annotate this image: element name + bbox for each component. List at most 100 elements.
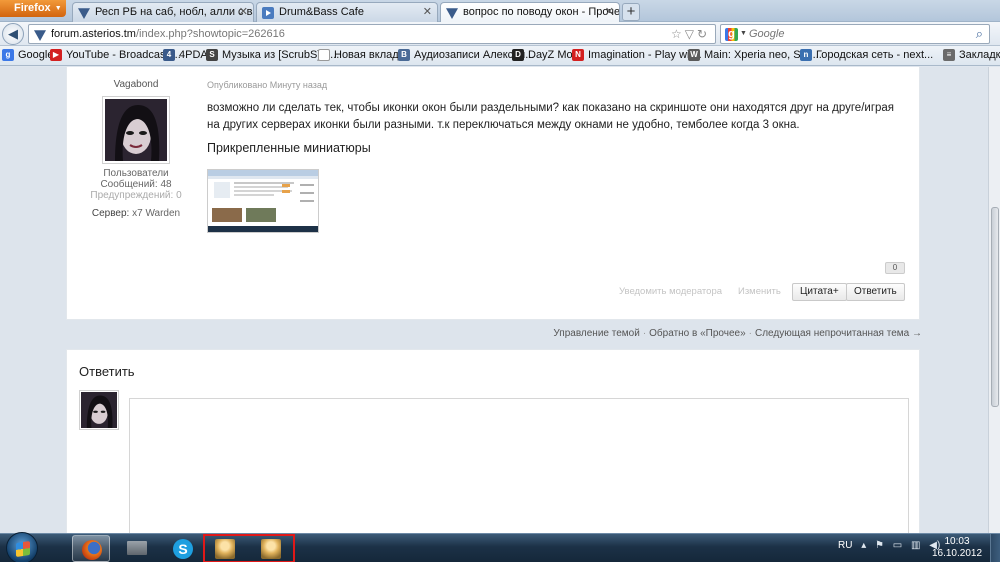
clock-date: 16.10.2012 xyxy=(931,548,983,559)
bookmark-imagination[interactable]: N Imagination - Play wit... xyxy=(572,49,702,61)
avatar-image xyxy=(105,99,167,161)
attachment-thumbnail[interactable] xyxy=(207,169,319,233)
url-text: forum.asterios.tm/index.php?showtopic=26… xyxy=(51,28,285,40)
asterios-favicon-icon xyxy=(446,8,458,19)
red-highlight-box xyxy=(203,534,295,562)
show-hidden-icons-icon[interactable]: ▴ xyxy=(861,540,866,551)
reply-editor[interactable] xyxy=(129,398,909,533)
new-tab-button[interactable]: + xyxy=(622,3,640,21)
tab-title: Drum&Bass Cafe xyxy=(279,6,364,18)
close-icon[interactable]: ✕ xyxy=(239,5,248,18)
bookmarks-menu[interactable]: ≡ Закладки xyxy=(943,49,1000,61)
tab-title: вопрос по поводу окон - Прочее - ... xyxy=(463,6,620,18)
history-dropdown-icon[interactable]: ▽ xyxy=(685,27,697,41)
firefox-menu-button[interactable]: Firefox ▼ xyxy=(0,0,66,17)
bookmark-label: Закладки xyxy=(959,49,1000,61)
site-favicon-icon xyxy=(34,30,46,41)
windows-taskbar: S RU ▴ ⚑ ▭ ▥ ◀) 10:03 16.10.2012 xyxy=(0,532,1000,562)
firefox-menu-label: Firefox xyxy=(14,2,51,14)
screenshot-thumbnail-image xyxy=(208,170,318,232)
author-meta: Пользователи Сообщений: 48 Предупреждени… xyxy=(67,168,205,201)
play-favicon-icon xyxy=(262,7,274,19)
reputation-badge[interactable]: 0 xyxy=(885,262,905,274)
navigation-toolbar: ◀ forum.asterios.tm/index.php?showtopic=… xyxy=(0,22,1000,46)
author-post-count: Сообщений: 48 xyxy=(100,179,172,190)
url-path: /index.php?showtopic=262616 xyxy=(135,28,285,40)
bookmark-star-icon[interactable]: ☆ xyxy=(671,27,685,41)
network-icon[interactable]: ▥ xyxy=(911,540,920,551)
search-icon[interactable]: ⌕ xyxy=(976,26,983,42)
tab-windows-question[interactable]: вопрос по поводу окон - Прочее - ... ✕ xyxy=(440,2,620,23)
windows-logo-icon xyxy=(16,541,30,557)
notify-moderator-link[interactable]: Уведомить модератора xyxy=(619,286,722,297)
tab-title: Респ РБ на саб, нобл, алли с варко... xyxy=(95,6,253,18)
google-engine-icon[interactable]: g xyxy=(725,28,738,41)
quote-button[interactable]: Цитата+ xyxy=(792,283,847,301)
taskbar-ram-app[interactable] xyxy=(118,535,156,562)
avatar[interactable] xyxy=(79,390,119,430)
system-tray: RU ▴ ⚑ ▭ ▥ ◀) xyxy=(838,540,940,551)
topic-navigation: Управление темой · Обратно в «Прочее» · След… xyxy=(553,328,922,339)
bookmarks-icon: ≡ xyxy=(943,49,955,61)
firefox-icon xyxy=(82,540,102,560)
avatar[interactable] xyxy=(102,96,170,164)
edit-link[interactable]: Изменить xyxy=(738,286,781,297)
language-indicator[interactable]: RU xyxy=(838,540,852,551)
next-unread-topic-link[interactable]: Следующая непрочитанная тема → xyxy=(755,328,922,339)
bookmark-dayz[interactable]: D DayZ Mod xyxy=(512,49,579,61)
bookmark-google[interactable]: g Google xyxy=(2,49,53,61)
monitor-icon[interactable]: ▭ xyxy=(893,540,902,551)
close-icon[interactable]: ✕ xyxy=(423,5,432,18)
taskbar-skype[interactable]: S xyxy=(164,535,202,562)
author-server: Сервер: x7 Warden xyxy=(67,208,205,219)
vk-icon: B xyxy=(398,49,410,61)
tab-resp-rb[interactable]: Респ РБ на саб, нобл, алли с варко... ✕ xyxy=(72,2,254,22)
next-icon: n xyxy=(800,49,812,61)
flag-icon[interactable]: ⚑ xyxy=(875,540,884,551)
author-warnings[interactable]: Предупреждений: 0 xyxy=(67,190,205,201)
search-input[interactable] xyxy=(749,27,959,41)
scrollbar-thumb[interactable] xyxy=(991,207,999,407)
bookmark-label: Городская сеть - next... xyxy=(816,49,934,61)
post-body: возможно ли сделать тек, чтобы иконки ок… xyxy=(207,102,895,131)
page-icon xyxy=(318,49,330,61)
bookmarks-toolbar: g Google ▶ YouTube - Broadcast ... 4 4PDA S… xyxy=(0,46,1000,66)
tab-drum-bass-cafe[interactable]: Drum&Bass Cafe ✕ xyxy=(256,2,438,22)
back-to-category-link[interactable]: Обратно в «Прочее» xyxy=(649,328,746,339)
back-button[interactable]: ◀ xyxy=(2,23,24,45)
4pda-icon: 4 xyxy=(163,49,175,61)
skype-icon: S xyxy=(173,539,193,559)
avatar-image xyxy=(81,392,117,428)
close-icon[interactable]: ✕ xyxy=(605,5,614,18)
reload-icon[interactable]: ↻ xyxy=(697,27,710,41)
bookmark-youtube[interactable]: ▶ YouTube - Broadcast ... xyxy=(50,49,181,61)
taskbar-firefox[interactable] xyxy=(72,535,110,562)
post-date: Опубликовано Минуту назад xyxy=(207,80,328,90)
page-scrollbar[interactable] xyxy=(988,67,1000,533)
attachments-title: Прикрепленные миниатюры xyxy=(207,141,371,155)
show-desktop-button[interactable] xyxy=(990,534,1000,562)
post-author: Vagabond xyxy=(67,79,205,90)
clock[interactable]: 10:03 16.10.2012 xyxy=(928,536,986,560)
bookmark-city-network[interactable]: n Городская сеть - next... xyxy=(800,49,933,61)
clock-time: 10:03 xyxy=(944,536,970,547)
search-bar: g ▼ ⌕ xyxy=(720,24,990,44)
google-icon: g xyxy=(2,49,14,61)
bookmark-new-tab[interactable]: Новая вкладка xyxy=(318,49,410,61)
reply-title: Ответить xyxy=(79,364,135,379)
author-group: Пользователи xyxy=(103,168,169,179)
bookmark-4pda[interactable]: 4 4PDA xyxy=(163,49,208,61)
dayz-icon: D xyxy=(512,49,524,61)
forum-post: Vagabond Пользователи Сообщений: 48 Пред… xyxy=(66,67,920,320)
reply-button[interactable]: Ответить xyxy=(846,283,905,301)
chevron-down-icon[interactable]: ▼ xyxy=(740,30,747,37)
forum-page: Vagabond Пользователи Сообщений: 48 Пред… xyxy=(0,67,988,533)
address-bar[interactable]: forum.asterios.tm/index.php?showtopic=26… xyxy=(28,24,716,44)
manage-topic-link[interactable]: Управление темой xyxy=(553,328,639,339)
asterios-favicon-icon xyxy=(78,8,90,19)
youtube-icon: ▶ xyxy=(50,49,62,61)
chevron-down-icon: ▼ xyxy=(54,5,62,12)
start-button[interactable] xyxy=(6,532,38,562)
author-name[interactable]: Vagabond xyxy=(114,79,159,90)
music-icon: S xyxy=(206,49,218,61)
